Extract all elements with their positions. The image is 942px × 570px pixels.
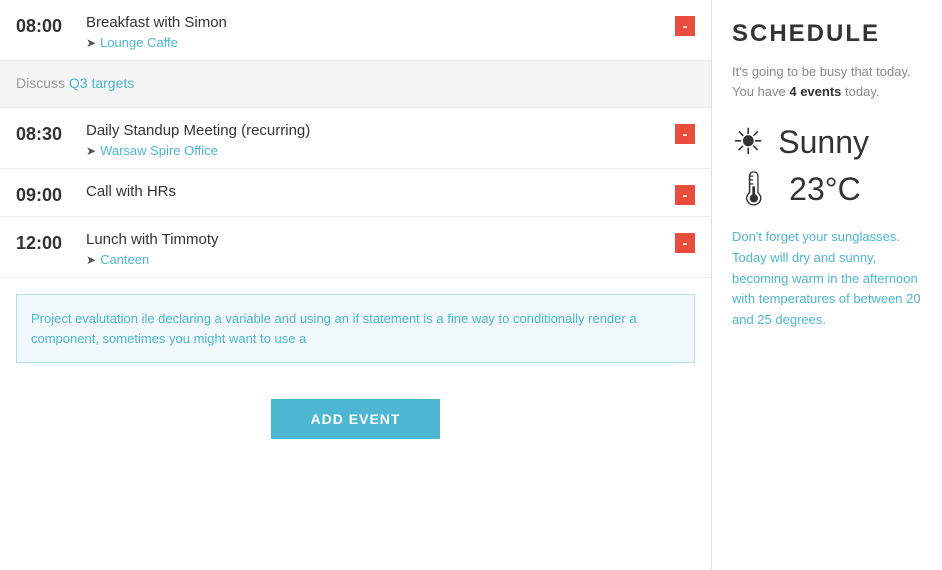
location-icon-2: ➤ <box>86 144 96 158</box>
weather-sunny-row: ☀ Sunny <box>732 121 922 163</box>
event-row-2: 08:30 Daily Standup Meeting (recurring) … <box>0 108 711 169</box>
event-title-3: Call with HRs <box>86 183 675 200</box>
event-row-3: 09:00 Call with HRs - <box>0 169 711 217</box>
event-title-2: Daily Standup Meeting (recurring) <box>86 122 675 139</box>
event-details-2: Daily Standup Meeting (recurring) ➤ Wars… <box>76 122 675 158</box>
note-row-q3: Discuss Q3 targets <box>0 61 711 108</box>
event-details-3: Call with HRs <box>76 183 675 204</box>
temperature-label: 23°C <box>789 171 861 208</box>
event-details-4: Lunch with Timmoty ➤ Canteen <box>76 231 675 267</box>
event-location-text-2: Warsaw Spire Office <box>100 143 218 158</box>
event-title-4: Lunch with Timmoty <box>86 231 675 248</box>
event-location-text-1: Lounge Caffe <box>100 35 178 50</box>
project-note-box: Project evalutation ile declaring a vari… <box>16 294 695 363</box>
weather-description: Don't forget your sunglasses. Today will… <box>732 227 922 331</box>
event-location-text-4: Canteen <box>100 252 149 267</box>
temperature-row: 🌡 23°C <box>732 169 922 209</box>
event-count-highlight: 4 events <box>789 84 841 99</box>
q3-highlight: Q3 targets <box>69 75 134 91</box>
project-note-text: Project evalutation ile declaring a vari… <box>31 309 680 348</box>
event-location-2: ➤ Warsaw Spire Office <box>86 143 675 158</box>
event-row-4: 12:00 Lunch with Timmoty ➤ Canteen - <box>0 217 711 278</box>
add-event-container: ADD EVENT <box>0 379 711 459</box>
event-details-1: Breakfast with Simon ➤ Lounge Caffe <box>76 14 675 50</box>
event-time-2: 08:30 <box>16 122 76 145</box>
q3-note-text: Discuss Q3 targets <box>16 75 134 91</box>
event-location-1: ➤ Lounge Caffe <box>86 35 675 50</box>
event-time-4: 12:00 <box>16 231 76 254</box>
delete-button-3[interactable]: - <box>675 185 695 205</box>
add-event-button[interactable]: ADD EVENT <box>271 399 441 439</box>
event-time-3: 09:00 <box>16 183 76 206</box>
delete-button-4[interactable]: - <box>675 233 695 253</box>
event-title-1: Breakfast with Simon <box>86 14 675 31</box>
location-icon-1: ➤ <box>86 36 96 50</box>
right-panel: SCHEDULE It's going to be busy that toda… <box>712 0 942 570</box>
delete-button-1[interactable]: - <box>675 16 695 36</box>
delete-button-2[interactable]: - <box>675 124 695 144</box>
event-location-4: ➤ Canteen <box>86 252 675 267</box>
location-icon-4: ➤ <box>86 253 96 267</box>
thermometer-icon: 🌡 <box>732 169 775 209</box>
left-panel: 08:00 Breakfast with Simon ➤ Lounge Caff… <box>0 0 712 570</box>
schedule-subtitle: It's going to be busy that today. You ha… <box>732 62 922 101</box>
sun-icon: ☀ <box>732 121 764 163</box>
event-row-1: 08:00 Breakfast with Simon ➤ Lounge Caff… <box>0 0 711 61</box>
event-time-1: 08:00 <box>16 14 76 37</box>
weather-condition: Sunny <box>778 124 869 161</box>
schedule-title: SCHEDULE <box>732 20 922 48</box>
subtitle-after: today. <box>841 84 879 99</box>
